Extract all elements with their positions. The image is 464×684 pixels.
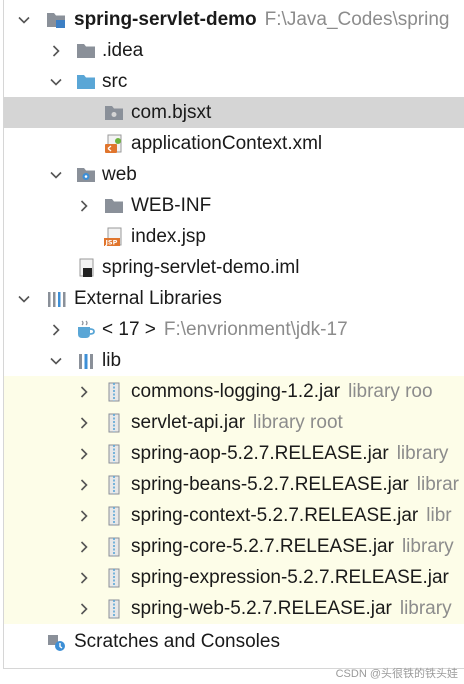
jar-icon	[103, 505, 125, 527]
jar-name: spring-aop-5.2.7.RELEASE.jar	[131, 443, 389, 464]
folder-icon	[103, 195, 125, 217]
tree-label-index-jsp: index.jsp	[131, 226, 206, 247]
package-icon	[103, 102, 125, 124]
tree-label-src: src	[102, 71, 128, 92]
jar-hint: library	[396, 443, 449, 464]
chevron-right-icon[interactable]	[77, 385, 91, 399]
jar-icon	[103, 381, 125, 403]
tree-row-src[interactable]: src	[4, 66, 464, 97]
jdk-name: < 17 >	[102, 319, 156, 340]
chevron-down-icon[interactable]	[17, 13, 31, 27]
tree-label-package: com.bjsxt	[131, 102, 212, 123]
jar-icon	[103, 474, 125, 496]
tree-label-web: web	[102, 164, 137, 185]
chevron-down-icon[interactable]	[49, 354, 63, 368]
tree-row-jdk[interactable]: < 17 > F:\envrionment\jdk-17	[4, 314, 464, 345]
jar-name: spring-context-5.2.7.RELEASE.jar	[131, 505, 419, 526]
tree-row-jar[interactable]: commons-logging-1.2.jar library roo	[4, 376, 464, 407]
jar-name: commons-logging-1.2.jar	[131, 381, 341, 402]
jar-hint: library	[399, 598, 452, 619]
jar-hint: library	[401, 536, 454, 557]
source-folder-icon	[75, 71, 97, 93]
jar-icon	[103, 567, 125, 589]
scratches-icon	[45, 631, 67, 653]
chevron-right-icon[interactable]	[77, 199, 91, 213]
chevron-right-icon[interactable]	[49, 44, 63, 58]
jar-name: spring-expression-5.2.7.RELEASE.jar	[131, 567, 449, 588]
tree-label-web-inf: WEB-INF	[131, 195, 212, 216]
folder-icon	[75, 40, 97, 62]
library-icon	[75, 350, 97, 372]
chevron-right-icon[interactable]	[77, 447, 91, 461]
jar-name: spring-core-5.2.7.RELEASE.jar	[131, 536, 394, 557]
chevron-right-icon[interactable]	[49, 323, 63, 337]
jar-name: spring-beans-5.2.7.RELEASE.jar	[131, 474, 409, 495]
tree-label-application-context: applicationContext.xml	[131, 133, 323, 154]
project-name: spring-servlet-demo	[74, 9, 257, 30]
tree-row-package[interactable]: com.bjsxt	[4, 97, 464, 128]
tree-row-application-context[interactable]: applicationContext.xml	[4, 128, 464, 159]
chevron-right-icon[interactable]	[77, 540, 91, 554]
libraries-icon	[45, 288, 67, 310]
tree-row-idea[interactable]: .idea	[4, 35, 464, 66]
tree-row-iml[interactable]: spring-servlet-demo.iml	[4, 252, 464, 283]
tree-row-jar[interactable]: spring-context-5.2.7.RELEASE.jar libr	[4, 500, 464, 531]
tree-row-jar[interactable]: spring-web-5.2.7.RELEASE.jar library	[4, 593, 464, 624]
tree-row-lib[interactable]: lib	[4, 345, 464, 376]
iml-file-icon	[75, 257, 97, 279]
jdk-icon	[75, 319, 97, 341]
project-tool-window: spring-servlet-demo F:\Java_Codes\spring …	[3, 0, 464, 669]
chevron-right-icon[interactable]	[77, 478, 91, 492]
tree-row-jar[interactable]: spring-beans-5.2.7.RELEASE.jar librar	[4, 469, 464, 500]
jar-hint: library root	[253, 412, 343, 433]
tree-label-external-libraries: External Libraries	[74, 288, 222, 309]
svg-text:JSP: JSP	[105, 238, 118, 246]
tree-row-project-root[interactable]: spring-servlet-demo F:\Java_Codes\spring	[4, 4, 464, 35]
jar-icon	[103, 443, 125, 465]
tree-row-external-libraries[interactable]: External Libraries	[4, 283, 464, 314]
tree-row-scratches[interactable]: Scratches and Consoles	[4, 626, 464, 657]
tree-row-index-jsp[interactable]: JSP index.jsp	[4, 221, 464, 252]
watermark: CSDN @头很铁的铁头娃	[335, 668, 458, 680]
jar-name: servlet-api.jar	[131, 412, 246, 433]
tree-label-idea: .idea	[102, 40, 144, 61]
tree-row-jar[interactable]: spring-expression-5.2.7.RELEASE.jar	[4, 562, 464, 593]
web-folder-icon	[75, 164, 97, 186]
jar-hint: library roo	[348, 381, 433, 402]
jar-icon	[103, 412, 125, 434]
tree-label-iml: spring-servlet-demo.iml	[102, 257, 300, 278]
tree-row-jar[interactable]: spring-core-5.2.7.RELEASE.jar library	[4, 531, 464, 562]
tree-label-lib: lib	[102, 350, 122, 371]
module-folder-icon	[45, 9, 67, 31]
tree-row-jar[interactable]: spring-aop-5.2.7.RELEASE.jar library	[4, 438, 464, 469]
chevron-down-icon[interactable]	[17, 292, 31, 306]
tree-row-web[interactable]: web	[4, 159, 464, 190]
chevron-right-icon[interactable]	[77, 416, 91, 430]
tree-row-web-inf[interactable]: WEB-INF	[4, 190, 464, 221]
jar-hint: librar	[416, 474, 459, 495]
chevron-right-icon[interactable]	[77, 571, 91, 585]
jar-icon	[103, 598, 125, 620]
spring-xml-icon	[103, 133, 125, 155]
chevron-right-icon[interactable]	[77, 509, 91, 523]
jar-icon	[103, 536, 125, 558]
chevron-down-icon[interactable]	[49, 75, 63, 89]
chevron-right-icon[interactable]	[77, 602, 91, 616]
project-path: F:\Java_Codes\spring	[264, 9, 450, 30]
chevron-down-icon[interactable]	[49, 168, 63, 182]
jsp-file-icon: JSP	[103, 226, 125, 248]
jar-name: spring-web-5.2.7.RELEASE.jar	[131, 598, 392, 619]
jdk-path: F:\envrionment\jdk-17	[163, 319, 348, 340]
jar-hint: libr	[426, 505, 452, 526]
tree-label-scratches: Scratches and Consoles	[74, 631, 280, 652]
tree-row-jar[interactable]: servlet-api.jar library root	[4, 407, 464, 438]
